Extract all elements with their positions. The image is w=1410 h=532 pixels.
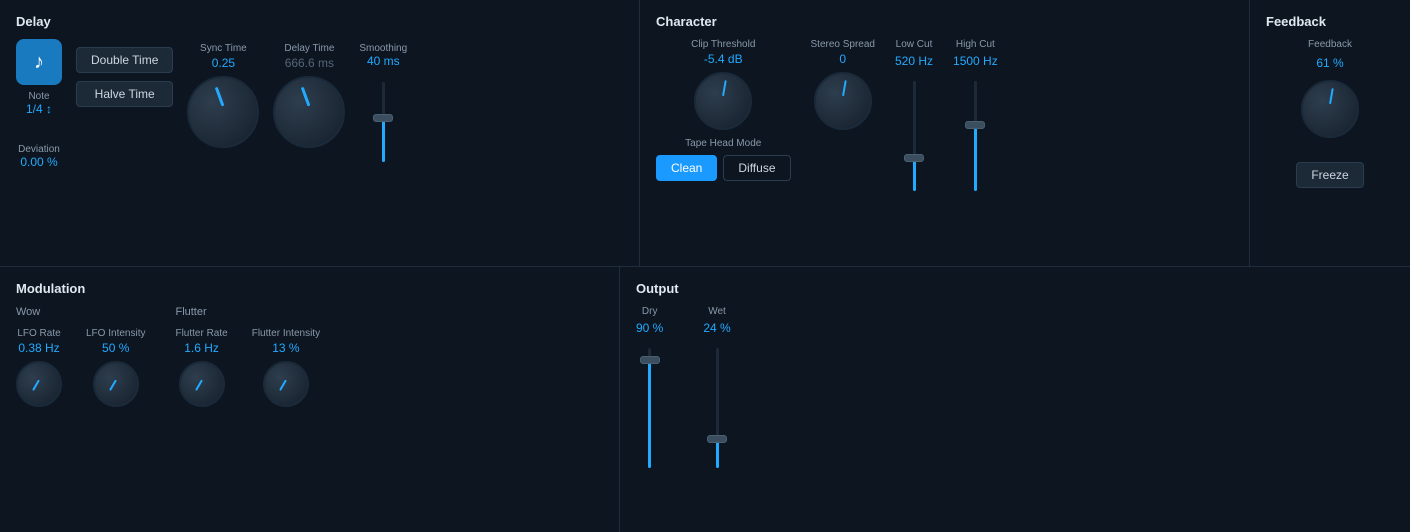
low-cut-label: Low Cut: [896, 39, 933, 50]
delay-time-value: 666.6 ms: [285, 56, 334, 70]
flutter-intensity-label: Flutter Intensity: [252, 328, 320, 339]
stereo-spread-group: Stereo Spread 0: [811, 39, 876, 130]
feedback-title: Feedback: [1266, 14, 1394, 29]
diffuse-mode-button[interactable]: Diffuse: [723, 155, 790, 181]
smoothing-value: 40 ms: [367, 54, 400, 68]
flutter-intensity-value: 13 %: [272, 341, 299, 355]
stereo-spread-value: 0: [839, 52, 846, 66]
delay-time-label: Delay Time: [284, 43, 334, 54]
smoothing-label: Smoothing: [359, 43, 407, 54]
modulation-section: Modulation Wow LFO Rate 0.38 Hz LFO Inte…: [0, 267, 620, 532]
character-section: Character Clip Threshold -5.4 dB Tape He…: [640, 0, 1250, 266]
smoothing-slider[interactable]: [382, 82, 385, 162]
feedback-value: 61 %: [1316, 56, 1343, 70]
clip-threshold-value: -5.4 dB: [704, 52, 743, 66]
flutter-group: Flutter Flutter Rate 1.6 Hz Flutter Inte…: [175, 306, 320, 407]
flutter-rate-label: Flutter Rate: [175, 328, 227, 339]
note-value: 1/4 ↕: [26, 102, 52, 116]
low-cut-slider[interactable]: [913, 81, 916, 191]
time-buttons: Double Time Halve Time: [76, 47, 173, 107]
lfo-rate-value: 0.38 Hz: [18, 341, 59, 355]
lfo-intensity-value: 50 %: [102, 341, 129, 355]
high-cut-slider[interactable]: [974, 81, 977, 191]
lfo-rate-label: LFO Rate: [17, 328, 60, 339]
flutter-label: Flutter: [175, 306, 320, 318]
stereo-spread-label: Stereo Spread: [811, 39, 876, 50]
flutter-rate-group: Flutter Rate 1.6 Hz: [175, 328, 227, 407]
wow-label: Wow: [16, 306, 145, 318]
tape-head-label: Tape Head Mode: [656, 138, 791, 149]
flutter-rate-knob[interactable]: [179, 361, 225, 407]
note-label: Note: [28, 91, 49, 102]
deviation-label: Deviation: [18, 144, 60, 155]
low-cut-group: Low Cut 520 Hz: [895, 39, 933, 196]
wet-label: Wet: [708, 306, 726, 317]
flutter-intensity-group: Flutter Intensity 13 %: [252, 328, 320, 407]
delay-section: Delay ♪ Note 1/4 ↕ Deviation 0.00 % Doub…: [0, 0, 640, 266]
stereo-spread-knob[interactable]: [814, 72, 872, 130]
clip-threshold-group: Clip Threshold -5.4 dB Tape Head Mode Cl…: [656, 39, 791, 181]
delay-title: Delay: [16, 14, 623, 29]
feedback-knob[interactable]: [1301, 80, 1359, 138]
clip-threshold-label: Clip Threshold: [691, 39, 755, 50]
low-cut-value: 520 Hz: [895, 54, 933, 68]
tape-head-mode-group: Tape Head Mode Clean Diffuse: [656, 138, 791, 181]
dry-label: Dry: [642, 306, 658, 317]
flutter-intensity-knob[interactable]: [263, 361, 309, 407]
halve-time-button[interactable]: Halve Time: [76, 81, 173, 107]
high-cut-label: High Cut: [956, 39, 995, 50]
output-title: Output: [636, 281, 1394, 296]
high-cut-value: 1500 Hz: [953, 54, 998, 68]
deviation-value: 0.00 %: [18, 155, 60, 169]
dry-value: 90 %: [636, 321, 663, 335]
music-note-button[interactable]: ♪: [16, 39, 62, 85]
feedback-section: Feedback Feedback 61 % Freeze: [1250, 0, 1410, 266]
lfo-rate-group: LFO Rate 0.38 Hz: [16, 328, 62, 407]
clean-mode-button[interactable]: Clean: [656, 155, 717, 181]
note-block: ♪ Note 1/4 ↕ Deviation 0.00 %: [16, 39, 62, 173]
delay-time-group: Delay Time 666.6 ms: [273, 43, 345, 148]
sync-time-label: Sync Time: [200, 43, 247, 54]
sync-time-knob[interactable]: [187, 76, 259, 148]
output-section: Output Dry 90 % Wet 24 %: [620, 267, 1410, 532]
double-time-button[interactable]: Double Time: [76, 47, 173, 73]
lfo-intensity-group: LFO Intensity 50 %: [86, 328, 145, 407]
dry-slider[interactable]: [648, 348, 651, 468]
wet-slider[interactable]: [716, 348, 719, 468]
modulation-title: Modulation: [16, 281, 603, 296]
sync-time-group: Sync Time 0.25: [187, 43, 259, 148]
wet-group: Wet 24 %: [703, 306, 730, 473]
wet-value: 24 %: [703, 321, 730, 335]
freeze-button[interactable]: Freeze: [1296, 162, 1363, 188]
flutter-rate-value: 1.6 Hz: [184, 341, 219, 355]
lfo-intensity-knob[interactable]: [93, 361, 139, 407]
delay-time-knob[interactable]: [273, 76, 345, 148]
clip-threshold-knob[interactable]: [694, 72, 752, 130]
lfo-rate-knob[interactable]: [16, 361, 62, 407]
character-title: Character: [656, 14, 1233, 29]
lfo-intensity-label: LFO Intensity: [86, 328, 145, 339]
wow-group: Wow LFO Rate 0.38 Hz LFO Intensity 50 %: [16, 306, 145, 407]
dry-group: Dry 90 %: [636, 306, 663, 473]
sync-time-value: 0.25: [212, 56, 235, 70]
high-cut-group: High Cut 1500 Hz: [953, 39, 998, 196]
feedback-label: Feedback: [1308, 39, 1352, 50]
